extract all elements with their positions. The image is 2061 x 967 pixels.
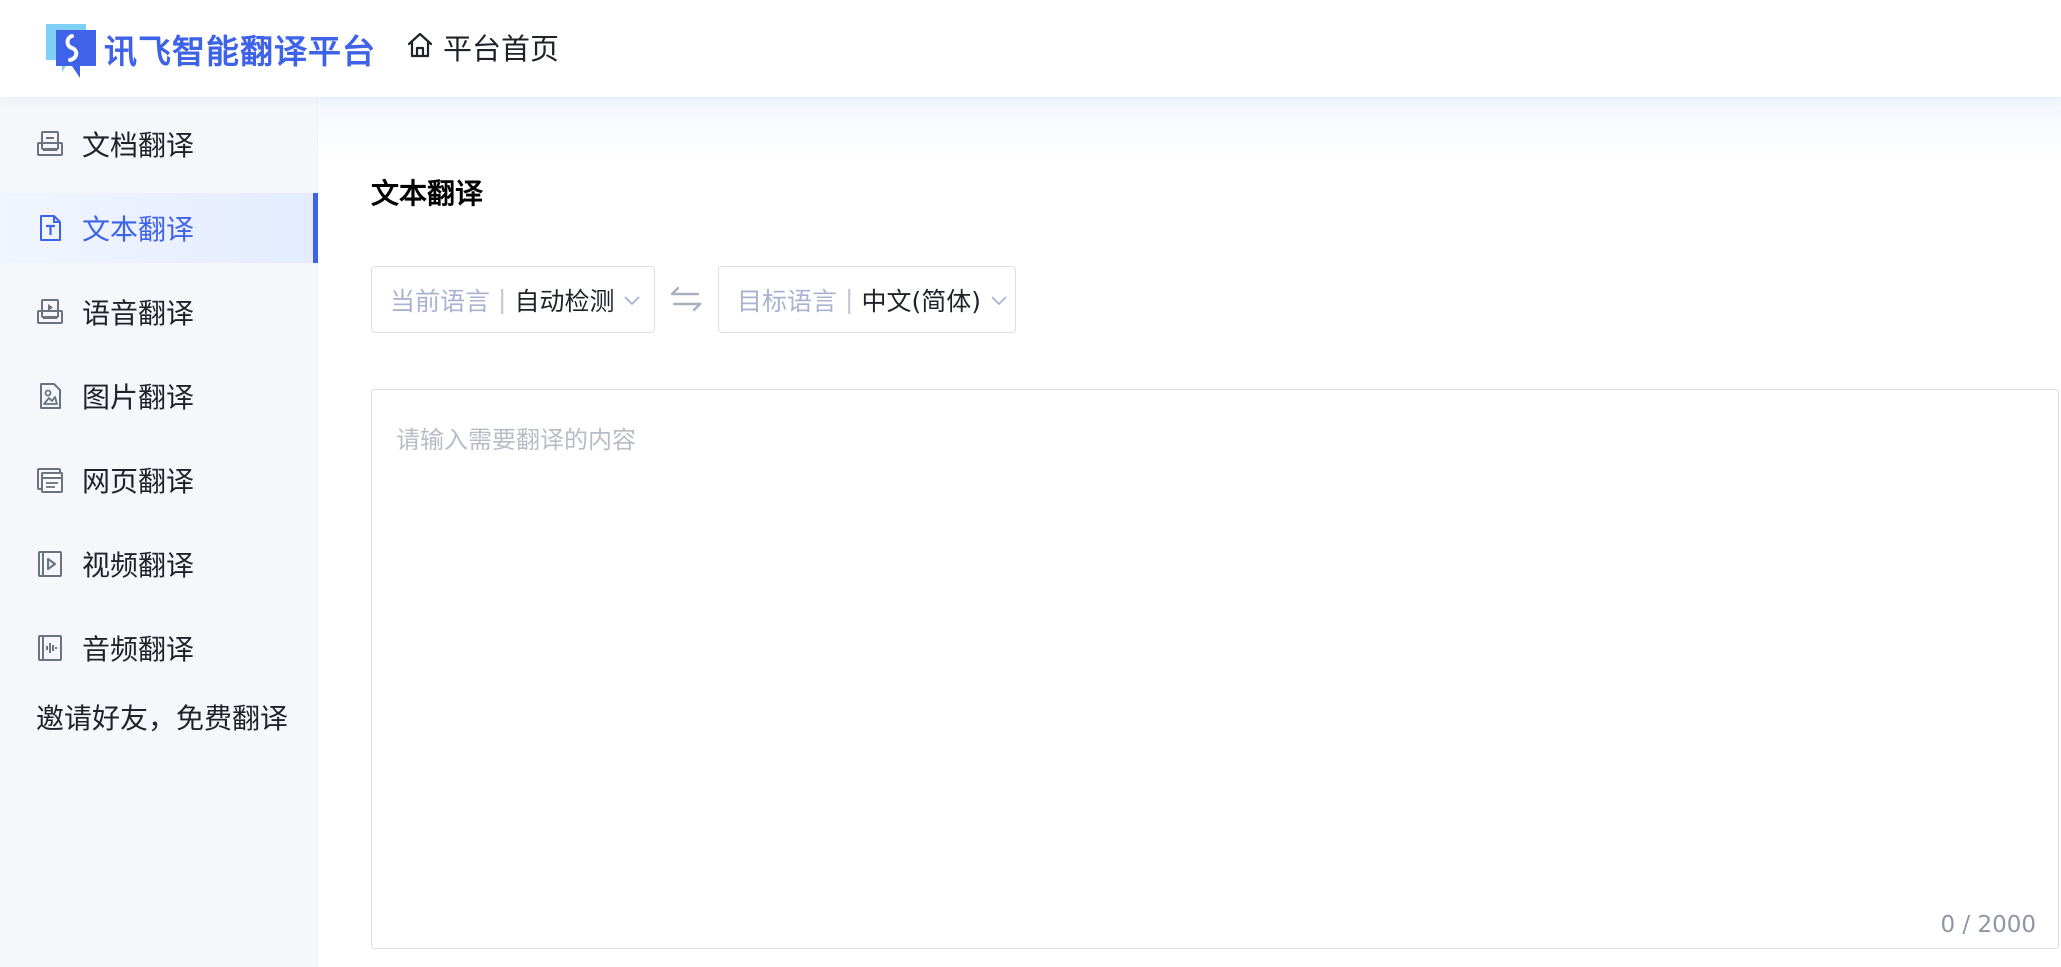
sidebar-item-label: 图片翻译 (82, 381, 195, 414)
sidebar-item-voice-translation[interactable]: 语音翻译 (0, 277, 318, 347)
video-icon (36, 549, 64, 579)
sidebar-item-audio-translation[interactable]: 音频翻译 (0, 613, 318, 683)
source-language-value: 自动检测 (514, 286, 615, 316)
home-link[interactable]: 平台首页 (405, 24, 559, 70)
audio-icon (36, 633, 64, 663)
home-label: 平台首页 (443, 32, 560, 66)
source-text-input[interactable] (372, 390, 2058, 948)
home-icon (405, 30, 435, 64)
sidebar-item-label: 网页翻译 (82, 465, 195, 498)
sidebar: 文档翻译 文本翻译 语音翻译 图片翻译 网页翻译 视频翻译 音频翻译 邀请好友，… (0, 97, 318, 967)
top-header: 讯飞智能翻译平台 平台首页 (0, 0, 2061, 97)
logo-icon (42, 20, 96, 78)
divider: | (845, 285, 854, 314)
sidebar-item-label: 视频翻译 (82, 549, 195, 582)
chevron-down-icon (622, 290, 642, 310)
swap-languages-icon[interactable] (668, 281, 704, 317)
logo-text: 讯飞智能翻译平台 (104, 32, 376, 71)
source-text-editor: 0 / 2000 (371, 389, 2059, 949)
sidebar-item-label: 语音翻译 (82, 297, 195, 330)
sidebar-item-image-translation[interactable]: 图片翻译 (0, 361, 318, 431)
chevron-down-icon (989, 290, 1009, 310)
page-title: 文本翻译 (371, 177, 484, 210)
document-icon (36, 129, 64, 159)
sidebar-item-label: 文档翻译 (82, 129, 195, 162)
character-counter: 0 / 2000 (1940, 912, 2036, 938)
text-icon (36, 213, 64, 243)
target-language-select[interactable]: 目标语言 | 中文(简体) (718, 266, 1016, 333)
platform-logo[interactable]: 讯飞智能翻译平台 (42, 20, 376, 78)
voice-icon (36, 297, 64, 327)
sidebar-item-webpage-translation[interactable]: 网页翻译 (0, 445, 318, 515)
divider: | (498, 285, 507, 314)
invite-friends-link[interactable]: 邀请好友，免费翻译 (36, 697, 288, 737)
sidebar-item-document-translation[interactable]: 文档翻译 (0, 109, 318, 179)
target-language-value: 中文(简体) (861, 286, 981, 316)
sidebar-item-label: 音频翻译 (82, 633, 195, 666)
sidebar-item-text-translation[interactable]: 文本翻译 (0, 193, 318, 263)
webpage-icon (36, 465, 64, 495)
sidebar-item-video-translation[interactable]: 视频翻译 (0, 529, 318, 599)
source-language-select[interactable]: 当前语言 | 自动检测 (371, 266, 655, 333)
image-icon (36, 381, 64, 411)
target-language-prefix: 目标语言 (737, 286, 838, 316)
sidebar-item-label: 文本翻译 (82, 213, 195, 246)
source-language-prefix: 当前语言 (390, 286, 491, 316)
